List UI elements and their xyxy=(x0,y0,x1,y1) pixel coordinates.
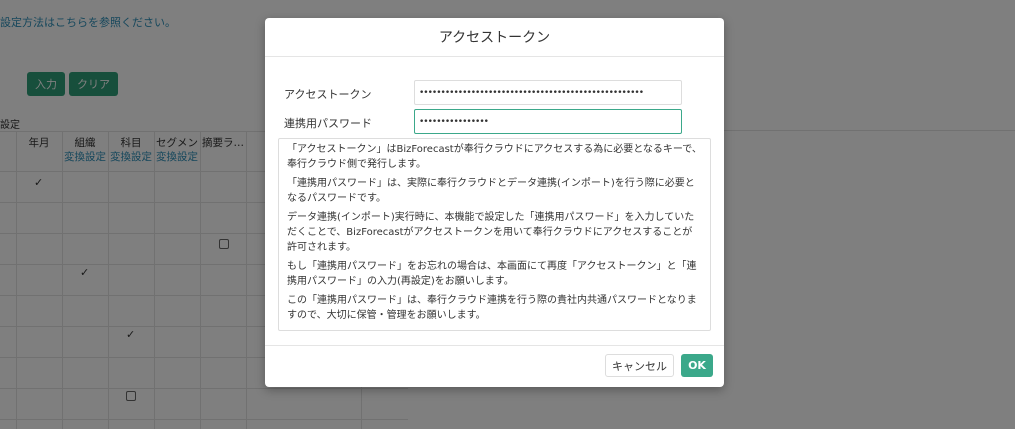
password-label: 連携用パスワード xyxy=(284,117,372,130)
password-row: 連携用パスワード •••••••••••••••• xyxy=(265,109,724,135)
access-token-modal: アクセストークン アクセストークン ••••••••••••••••••••••… xyxy=(265,18,724,387)
ok-button[interactable]: OK xyxy=(681,354,713,377)
info-text-box: 「アクセストークン」はBizForecastが奉行クラウドにアクセスする為に必要… xyxy=(278,138,711,331)
modal-body: アクセストークン •••••••••••••••••••••••••••••••… xyxy=(265,57,724,345)
info-paragraph: 「アクセストークン」はBizForecastが奉行クラウドにアクセスする為に必要… xyxy=(287,144,702,170)
access-token-row: アクセストークン •••••••••••••••••••••••••••••••… xyxy=(265,80,724,106)
info-paragraph: もし「連携用パスワード」をお忘れの場合は、本画面にて再度「アクセストークン」と「… xyxy=(287,261,697,287)
password-input[interactable]: •••••••••••••••• xyxy=(414,109,682,134)
modal-header: アクセストークン xyxy=(265,18,724,57)
app-root: 設定方法はこちらを参照ください。 入力 クリア 設定 年月 組織 変換設定 科目… xyxy=(0,0,1015,429)
modal-footer: キャンセル OK xyxy=(265,345,724,387)
modal-title: アクセストークン xyxy=(438,30,551,46)
info-paragraph: データ連携(インポート)実行時に、本機能で設定した「連携用パスワード」を入力して… xyxy=(287,212,695,253)
access-token-input[interactable]: ••••••••••••••••••••••••••••••••••••••••… xyxy=(414,80,682,105)
access-token-label: アクセストークン xyxy=(284,88,372,101)
info-paragraph: この「連携用パスワード」は、奉行クラウド連携を行う際の貴社内共通パスワードとなり… xyxy=(287,295,697,321)
info-paragraph: 「連携用パスワード」は、実際に奉行クラウドとデータ連携(インポート)を行う際に必… xyxy=(287,178,695,204)
cancel-button[interactable]: キャンセル xyxy=(605,354,674,377)
